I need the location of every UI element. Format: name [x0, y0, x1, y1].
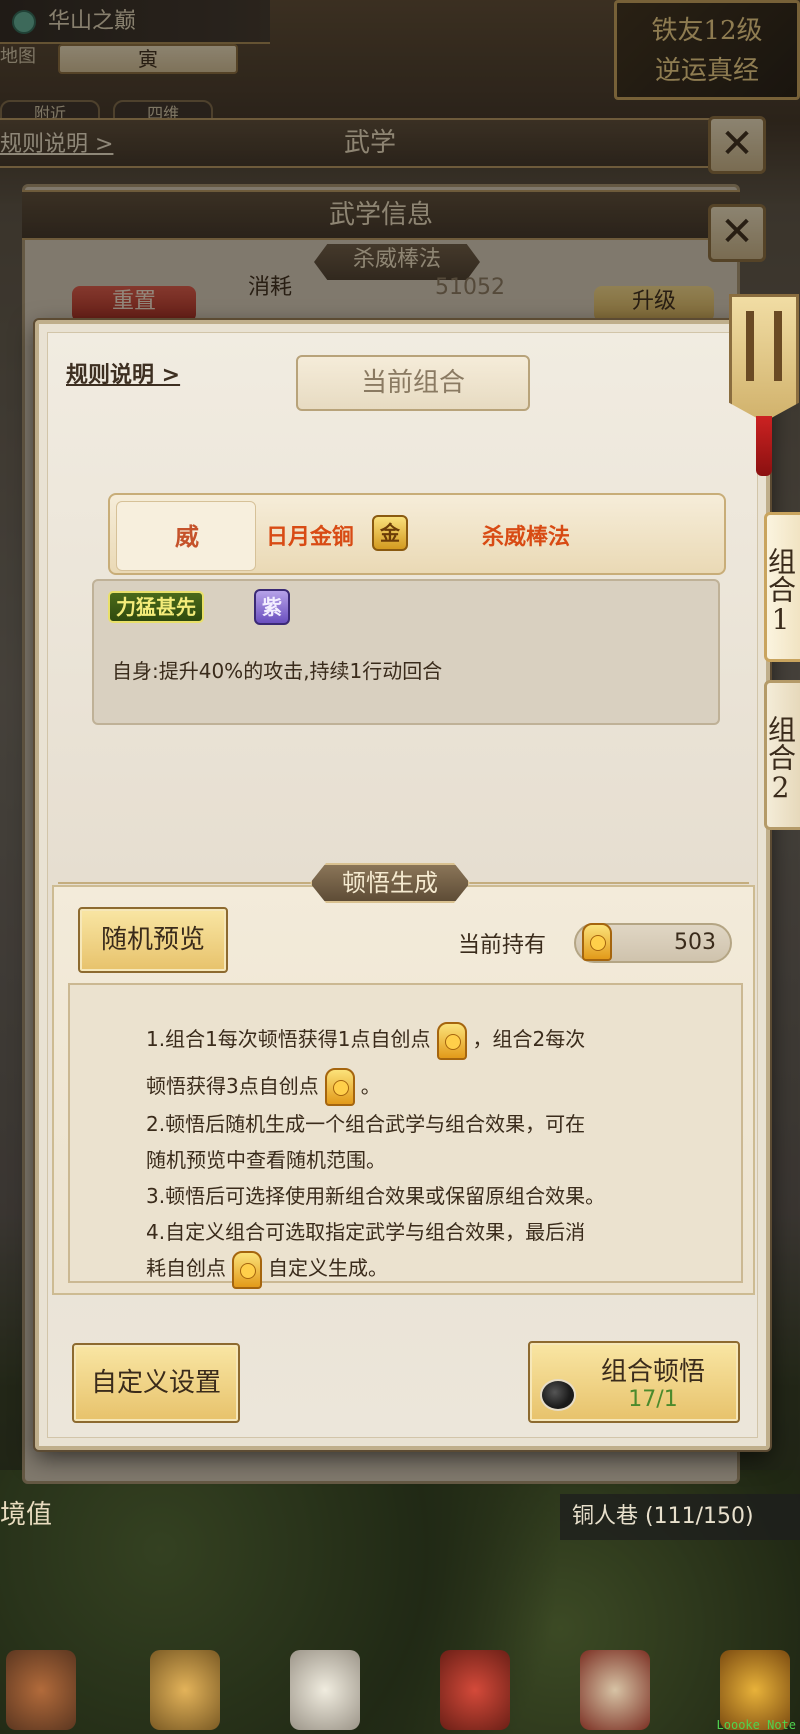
effect-name: 力猛甚先 — [108, 591, 204, 623]
holding-value: 503 — [674, 930, 716, 955]
creation-point-coin-icon — [324, 1068, 355, 1106]
rule-link[interactable]: 规则说明 > — [66, 357, 180, 389]
purple-grade-icon: 紫 — [254, 589, 290, 625]
combo-chip-label: 威 — [175, 522, 199, 551]
generation-panel: 随机预览 当前持有 503 1.组合1每次顿悟获得1点自创点 ，组合2每次 顿悟获… — [52, 885, 755, 1295]
current-combo-title: 当前组合 — [296, 355, 530, 411]
close-bookmark-button[interactable] — [729, 294, 799, 422]
dock-drum-icon[interactable] — [440, 1650, 510, 1730]
rule-line-1: 1.组合1每次顿悟获得1点自创点 ，组合2每次 — [146, 1021, 741, 1060]
rule-text: 顿悟获得3点自创点 — [146, 1073, 319, 1098]
creation-point-coin-icon — [232, 1250, 262, 1289]
combo-comprehension-modal: 规则说明 > 当前组合 威 日月金锏 金 杀威棒法 力猛甚先 紫 自身:提升40… — [35, 294, 799, 1450]
generation-section-header: 顿悟生成 — [48, 863, 759, 903]
rule-line-5: 3.顿悟后可选择使用新组合效果或保留原组合效果。 — [146, 1184, 606, 1208]
ink-icon — [540, 1379, 576, 1411]
rule-line-6: 4.自定义组合可选取指定武学与组合效果，最后消 — [146, 1220, 586, 1244]
combo-comprehend-button[interactable]: 组合顿悟 17/1 — [528, 1341, 740, 1423]
combo-art-1: 日月金锏 — [266, 525, 355, 550]
effect-description: 自身:提升40%的攻击,持续1行动回合 — [112, 659, 443, 683]
dock-bag-icon[interactable] — [150, 1650, 220, 1730]
holding-label: 当前持有 — [458, 933, 547, 958]
creation-point-coin-icon — [582, 923, 612, 961]
rule-text: 自定义生成。 — [268, 1256, 388, 1280]
combo-bar: 威 日月金锏 金 杀威棒法 — [108, 493, 726, 575]
tab-combo-2[interactable]: 组合2 — [764, 680, 800, 830]
rules-text-box: 1.组合1每次顿悟获得1点自创点 ，组合2每次 顿悟获得3点自创点 。 2.顿悟后随… — [68, 983, 743, 1289]
modal-body: 规则说明 > 当前组合 威 日月金锏 金 杀威棒法 力猛甚先 紫 自身:提升40… — [47, 332, 758, 1438]
tassel-decoration — [756, 416, 772, 476]
rule-text: 。 — [360, 1073, 381, 1098]
comprehend-count: 17/1 — [628, 1387, 678, 1412]
dock-scroll-icon[interactable] — [290, 1650, 360, 1730]
dock-book-icon[interactable] — [580, 1650, 650, 1730]
comprehend-label: 组合顿悟 — [600, 1357, 705, 1387]
rule-line-4: 随机预览中查看随机范围。 — [146, 1148, 386, 1172]
creation-point-coin-icon — [436, 1021, 467, 1060]
combo-art-2: 杀威棒法 — [482, 525, 571, 550]
random-preview-button[interactable]: 随机预览 — [78, 907, 228, 973]
rule-text: ，组合2每次 — [472, 1027, 586, 1051]
combo-effect-box: 力猛甚先 紫 自身:提升40%的攻击,持续1行动回合 — [92, 579, 720, 725]
tab-combo-1[interactable]: 组合1 — [764, 512, 800, 662]
rule-line-3: 2.顿悟后随机生成一个组合武学与组合效果，可在 — [146, 1112, 586, 1136]
bottom-location[interactable]: 铜人巷 (111/150) — [560, 1494, 800, 1540]
generation-section-title: 顿悟生成 — [310, 863, 470, 903]
rule-line-2: 顿悟获得3点自创点 。 — [146, 1068, 741, 1106]
combo-chip[interactable]: 威 — [116, 501, 256, 571]
custom-settings-button[interactable]: 自定义设置 — [72, 1343, 240, 1423]
bookmark-icon — [746, 311, 782, 381]
bottom-value-label: 境值 — [0, 1500, 53, 1530]
rule-text: 1.组合1每次顿悟获得1点自创点 — [146, 1027, 431, 1051]
holding-counter: 503 — [574, 923, 732, 963]
watermark: Loooke Note — [716, 1718, 796, 1732]
rule-line-7: 耗自创点 自定义生成。 — [146, 1250, 741, 1289]
dock-hat-icon[interactable] — [6, 1650, 76, 1730]
bottom-dock — [0, 1640, 800, 1734]
rule-text: 耗自创点 — [146, 1256, 226, 1280]
gold-grade-icon: 金 — [372, 515, 408, 551]
